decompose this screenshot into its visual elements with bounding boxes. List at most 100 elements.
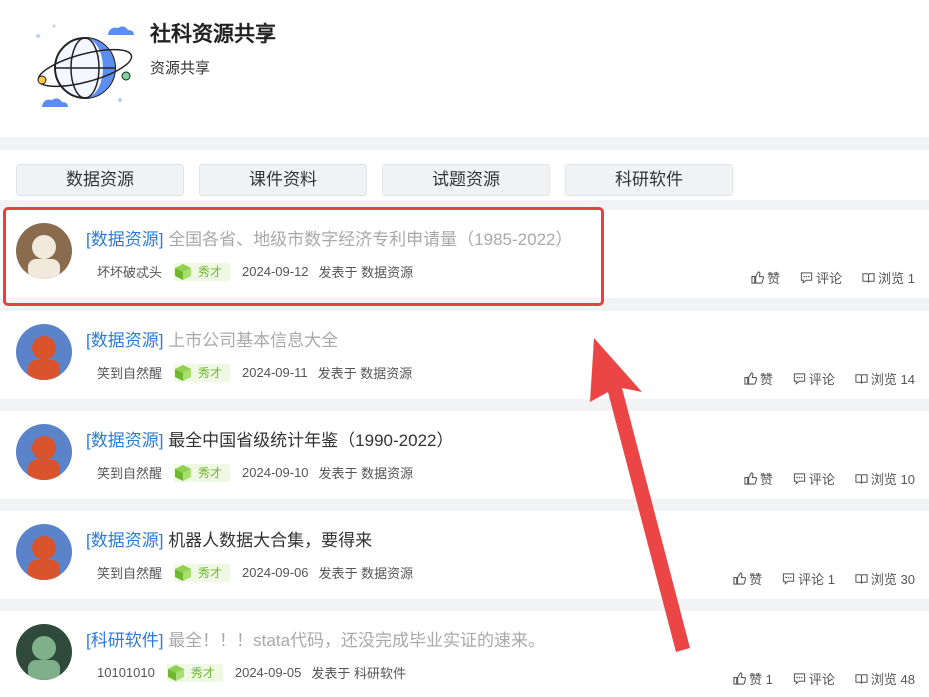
like-label: 赞 (767, 271, 781, 286)
rank-cube-icon (175, 464, 192, 481)
like-button[interactable]: 赞 (751, 268, 780, 287)
book-open-icon (855, 374, 868, 384)
post-date: 2024-09-10 (242, 465, 309, 480)
views-label: 浏览 14 (870, 372, 915, 387)
tab-exam-resources[interactable]: 试题资源 (382, 164, 550, 196)
post-title-line: [数据资源] 机器人数据大合集，要得来 (86, 526, 372, 551)
comment-icon (793, 373, 806, 385)
post-item: [数据资源] 最全中国省级统计年鉴（1990-2022） 笑到自然醒 秀才 20… (0, 411, 929, 499)
thumbs-up-icon (744, 472, 757, 485)
thumbs-up-icon (733, 572, 747, 585)
post-item: [科研软件] 最全！！！stata代码，还没完成毕业实证的速来。 1010101… (0, 611, 929, 697)
views-label: 浏览 10 (870, 472, 915, 487)
avatar[interactable] (16, 424, 72, 480)
post-item: [数据资源] 上市公司基本信息大全 笑到自然醒 秀才 2024-09-11 发表… (0, 311, 929, 399)
post-actions: 赞 1 评论 浏览 48 (713, 669, 915, 688)
views-counter: 浏览 48 (855, 669, 915, 688)
highlight-box (3, 207, 604, 306)
rank-cube-icon (175, 364, 192, 381)
post-date: 2024-09-06 (242, 565, 309, 580)
comment-icon (801, 272, 813, 284)
book-open-icon (862, 273, 875, 283)
post-meta: 笑到自然醒 秀才 2024-09-10 发表于 数据资源 (97, 463, 413, 482)
post-author[interactable]: 10101010 (97, 665, 155, 680)
rank-badge: 秀才 (174, 563, 231, 582)
comment-button[interactable]: 评论 (793, 669, 835, 688)
like-button[interactable]: 赞 (744, 469, 773, 488)
like-label: 赞 (759, 372, 773, 387)
rank-cube-icon (167, 664, 184, 681)
thumbs-up-icon (744, 372, 757, 385)
post-meta: 笑到自然醒 秀才 2024-09-11 发表于 数据资源 (97, 363, 412, 382)
post-actions: 赞 评论 1 浏览 30 (713, 569, 915, 588)
book-open-icon (855, 574, 868, 584)
post-meta: 笑到自然醒 秀才 2024-09-06 发表于 数据资源 (97, 563, 413, 582)
forum-subtitle: 资源共享 (150, 60, 211, 77)
comment-label: 评论 (808, 472, 835, 487)
rank-badge: 秀才 (166, 663, 223, 682)
comment-button[interactable]: 评论 1 (782, 569, 835, 588)
views-counter: 浏览 14 (855, 369, 915, 388)
like-label: 赞 1 (749, 672, 773, 687)
comment-label: 评论 (808, 672, 835, 687)
like-button[interactable]: 赞 (733, 569, 762, 588)
tab-courseware[interactable]: 课件资料 (199, 164, 367, 196)
rank-badge: 秀才 (174, 463, 231, 482)
comment-icon (782, 573, 795, 585)
annotation-arrow-icon (580, 330, 710, 660)
rank-badge: 秀才 (174, 363, 231, 382)
like-button[interactable]: 赞 1 (733, 669, 773, 688)
like-label: 赞 (749, 572, 763, 587)
post-date: 2024-09-05 (234, 665, 302, 680)
post-title-link[interactable]: 最全！！！stata代码，还没完成毕业实证的速来。 (168, 631, 545, 650)
tab-data-resources[interactable]: 数据资源 (16, 164, 184, 196)
avatar[interactable] (16, 524, 72, 580)
rank-badge-label: 秀才 (198, 566, 223, 580)
post-title-line: [科研软件] 最全！！！stata代码，还没完成毕业实证的速来。 (86, 626, 545, 651)
comment-icon (793, 473, 806, 485)
post-category-link[interactable]: [数据资源] (86, 531, 163, 550)
rank-badge-label: 秀才 (190, 666, 215, 680)
post-title-link[interactable]: 机器人数据大合集，要得来 (168, 531, 372, 550)
post-author[interactable]: 笑到自然醒 (97, 363, 162, 382)
tab-research-software[interactable]: 科研软件 (565, 164, 733, 196)
post-forum-link[interactable]: 发表于 数据资源 (318, 363, 413, 382)
comment-button[interactable]: 评论 (793, 369, 835, 388)
post-actions: 赞 评论 浏览 1 (731, 268, 915, 287)
views-counter: 浏览 10 (855, 469, 915, 488)
comment-icon (793, 673, 806, 685)
avatar[interactable] (16, 324, 72, 380)
post-forum-link[interactable]: 发表于 数据资源 (319, 563, 414, 582)
comment-label: 评论 (816, 271, 843, 286)
comment-label: 评论 1 (798, 572, 835, 587)
post-title-link[interactable]: 最全中国省级统计年鉴（1990-2022） (168, 431, 453, 450)
book-open-icon (855, 474, 868, 484)
post-category-link[interactable]: [数据资源] (86, 431, 163, 450)
thumbs-up-icon (751, 271, 765, 284)
forum-title: 社科资源共享 (150, 23, 276, 46)
category-tabs: 数据资源 课件资料 试题资源 科研软件 (0, 150, 929, 200)
post-forum-link[interactable]: 发表于 数据资源 (319, 463, 414, 482)
post-title-line: [数据资源] 上市公司基本信息大全 (86, 326, 338, 351)
post-category-link[interactable]: [科研软件] (86, 631, 163, 650)
comment-button[interactable]: 评论 (800, 268, 842, 287)
views-counter: 浏览 1 (862, 268, 915, 287)
post-forum-link[interactable]: 发表于 科研软件 (311, 663, 406, 682)
post-author[interactable]: 笑到自然醒 (97, 463, 162, 482)
thumbs-up-icon (733, 672, 747, 685)
like-button[interactable]: 赞 (744, 369, 773, 388)
views-label: 浏览 48 (870, 672, 915, 687)
post-category-link[interactable]: [数据资源] (86, 331, 163, 350)
post-title-link[interactable]: 上市公司基本信息大全 (168, 331, 338, 350)
views-label: 浏览 1 (878, 271, 915, 286)
forum-header: 社科资源共享 资源共享 (0, 0, 929, 137)
rank-badge-label: 秀才 (198, 466, 223, 480)
post-meta: 10101010 秀才 2024-09-05 发表于 科研软件 (97, 663, 406, 682)
post-title-line: [数据资源] 最全中国省级统计年鉴（1990-2022） (86, 426, 454, 451)
comment-label: 评论 (808, 372, 835, 387)
post-author[interactable]: 笑到自然醒 (97, 563, 162, 582)
avatar[interactable] (16, 624, 72, 680)
book-open-icon (855, 674, 868, 684)
comment-button[interactable]: 评论 (793, 469, 835, 488)
post-date: 2024-09-11 (242, 365, 308, 380)
